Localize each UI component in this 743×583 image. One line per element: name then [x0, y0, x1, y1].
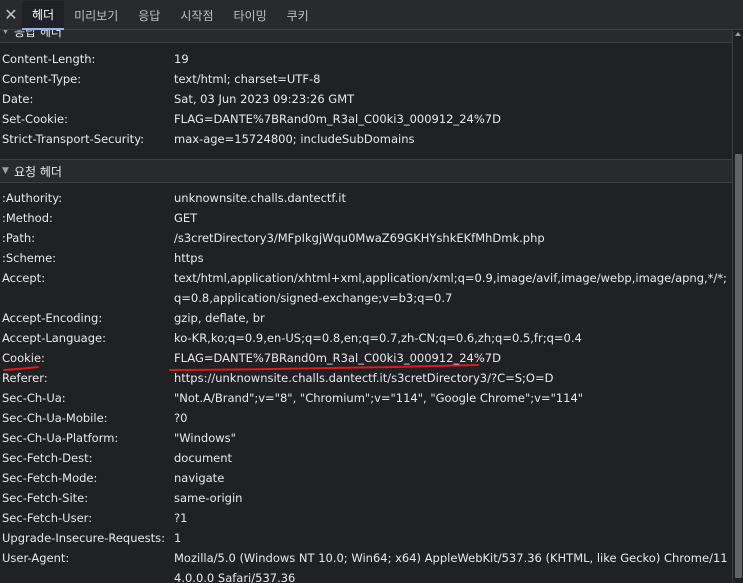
header-name: Sec-Ch-Ua-Platform:: [2, 431, 119, 445]
response-headers-section-header[interactable]: ▼ 응답 헤더: [0, 30, 732, 43]
header-value: "Windows": [174, 431, 236, 445]
tab-response[interactable]: 응답: [128, 1, 170, 29]
header-value: ?0: [174, 411, 188, 425]
header-name: Sec-Fetch-Mode:: [2, 471, 98, 485]
header-name: Accept:: [2, 271, 46, 285]
header-value: 1: [174, 531, 182, 545]
devtools-network-headers-panel: ✕ 헤더 미리보기 응답 시작점 타이밍 쿠키 ▼ 응답 헤더 Content-…: [0, 0, 743, 583]
header-name: Date:: [2, 92, 34, 106]
section-title: 요청 헤더: [14, 164, 62, 179]
header-name: Sec-Ch-Ua:: [2, 391, 66, 405]
header-name: Sec-Fetch-Dest:: [2, 451, 93, 465]
expand-triangle-icon: ▼: [2, 30, 9, 36]
header-name: :Method:: [2, 211, 53, 225]
header-name: Set-Cookie:: [2, 112, 68, 126]
header-name: Strict-Transport-Security:: [2, 132, 145, 146]
header-name: :Path:: [2, 231, 36, 245]
header-name: Content-Length:: [2, 52, 96, 66]
header-name: :Authority:: [2, 191, 63, 205]
header-name: Upgrade-Insecure-Requests:: [2, 531, 165, 545]
header-name: Sec-Fetch-User:: [2, 511, 93, 525]
header-value: ?1: [174, 511, 188, 525]
header-value: Mozilla/5.0 (Windows NT 10.0; Win64; x64…: [174, 551, 728, 583]
header-value: ko-KR,ko;q=0.9,en-US;q=0.8,en;q=0.7,zh-C…: [174, 331, 582, 345]
tab-initiator[interactable]: 시작점: [170, 1, 223, 29]
header-value: https://unknownsite.challs.dantectf.it/s…: [174, 371, 554, 385]
vertical-scrollbar[interactable]: [732, 30, 743, 583]
header-name: Sec-Ch-Ua-Mobile:: [2, 411, 108, 425]
header-name: Accept-Encoding:: [2, 311, 103, 325]
header-value: /s3cretDirectory3/MFpIkgjWqu0MwaZ69GKHYs…: [174, 231, 545, 245]
tab-timing[interactable]: 타이밍: [223, 1, 276, 29]
header-name: Content-Type:: [2, 72, 82, 86]
header-value: Sat, 03 Jun 2023 09:23:26 GMT: [174, 92, 355, 106]
close-icon[interactable]: ✕: [0, 0, 22, 29]
tab-cookies[interactable]: 쿠키: [277, 1, 319, 29]
header-value: text/html,application/xhtml+xml,applicat…: [174, 271, 727, 305]
header-value: "Not.A/Brand";v="8", "Chromium";v="114",…: [174, 391, 584, 405]
header-value: 19: [174, 52, 189, 66]
header-name: Sec-Fetch-Site:: [2, 491, 89, 505]
scrollbar-thumb[interactable]: [735, 154, 742, 578]
header-value: navigate: [174, 471, 225, 485]
tab-preview[interactable]: 미리보기: [64, 1, 128, 29]
header-value: max-age=15724800; includeSubDomains: [174, 132, 415, 146]
header-value: unknownsite.challs.dantectf.it: [174, 191, 347, 205]
header-name: Accept-Language:: [2, 331, 106, 345]
section-title: 응답 헤더: [14, 30, 62, 39]
header-value: same-origin: [174, 491, 243, 505]
request-headers-section-header[interactable]: ▼ 요청 헤더: [0, 159, 732, 183]
header-name: Referer:: [2, 371, 48, 385]
header-value: text/html; charset=UTF-8: [174, 72, 321, 86]
tab-bar: ✕ 헤더 미리보기 응답 시작점 타이밍 쿠키: [0, 0, 743, 30]
header-value: document: [174, 451, 233, 465]
scroll-up-arrow-icon[interactable]: [735, 32, 741, 36]
header-value: gzip, deflate, br: [174, 311, 265, 325]
header-value: FLAG=DANTE%7BRand0m_R3al_C00ki3_000912_2…: [174, 112, 501, 126]
header-name: User-Agent:: [2, 551, 70, 565]
header-value: FLAG=DANTE%7BRand0m_R3al_C00ki3_000912_2…: [174, 351, 501, 365]
tab-headers[interactable]: 헤더: [22, 1, 65, 30]
header-name: Cookie:: [2, 351, 45, 365]
header-value: https: [174, 251, 204, 265]
header-value: GET: [174, 211, 198, 225]
expand-triangle-icon: ▼: [2, 166, 9, 176]
header-name: :Scheme:: [2, 251, 57, 265]
headers-content: ▼ 응답 헤더 Content-Length: 19 Content-Type:…: [0, 30, 732, 583]
